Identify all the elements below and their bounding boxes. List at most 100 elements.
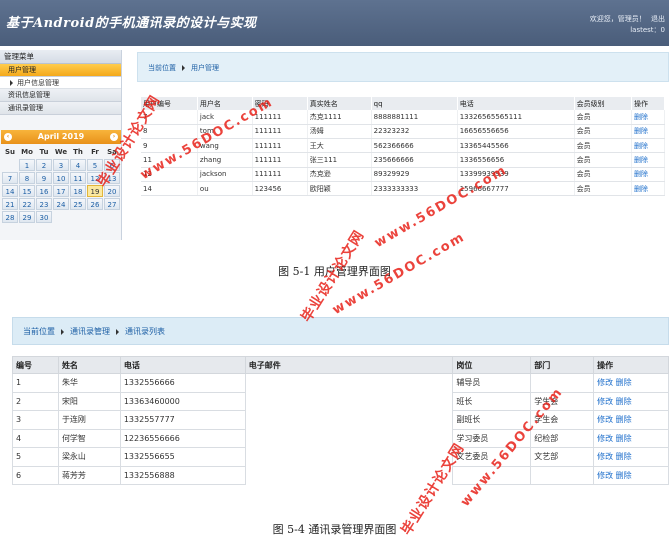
column-header[interactable]: 操作 xyxy=(631,97,666,110)
table-cell: 111111 xyxy=(252,152,308,168)
column-header[interactable]: 密码 xyxy=(252,97,308,110)
table-cell: 2 xyxy=(12,391,59,411)
table-cell: 会员 xyxy=(574,167,632,182)
table-row: 9 wang 111111 王大 562366666 13365445566 会员 删除 xyxy=(141,138,666,154)
sidebar-item-news[interactable]: 资讯信息管理 xyxy=(0,89,121,102)
edit-delete-links[interactable]: 修改 删除 xyxy=(593,447,669,467)
column-header[interactable]: 用户名 xyxy=(197,97,253,110)
edit-delete-links[interactable]: 修改 删除 xyxy=(593,428,669,448)
breadcrumb-current[interactable]: 用户管理 xyxy=(191,64,219,72)
calendar-day[interactable]: 9 xyxy=(36,172,52,184)
table-cell: 会员 xyxy=(574,124,632,140)
table-row: 14 ou 123456 欧阳颖 2333333333 15966667777 会员 删除 xyxy=(141,181,666,197)
calendar-day[interactable]: 20 xyxy=(104,185,120,197)
table-cell: 111111 xyxy=(252,167,308,182)
table-cell xyxy=(452,465,532,485)
figure-caption-1: 图 5-1 用户管理界面图 xyxy=(278,265,391,278)
breadcrumb-root[interactable]: 当前位置 xyxy=(23,327,55,336)
table-cell: 会员 xyxy=(574,181,632,197)
calendar-day[interactable]: 28 xyxy=(2,211,18,223)
calendar-day[interactable]: 27 xyxy=(104,198,120,210)
edit-delete-links[interactable]: 修改 删除 xyxy=(593,391,669,411)
table-cell: 6 xyxy=(12,465,59,485)
calendar-day[interactable]: 22 xyxy=(19,198,35,210)
calendar-day[interactable]: 15 xyxy=(19,185,35,197)
logout-link[interactable]: 退出 xyxy=(651,15,665,23)
table-cell: jackson xyxy=(197,167,253,182)
edit-delete-links[interactable]: 修改 删除 xyxy=(593,410,669,430)
calendar-day[interactable]: 2 xyxy=(36,159,52,171)
calendar-header: ‹ April 2019 › xyxy=(1,130,121,144)
calendar-day[interactable]: 23 xyxy=(36,198,52,210)
column-header[interactable]: 电话 xyxy=(457,97,575,110)
table-cell: jack xyxy=(197,110,253,125)
breadcrumb-current[interactable]: 通讯录列表 xyxy=(125,327,165,336)
table-cell: 111111 xyxy=(252,138,308,154)
calendar-day[interactable]: 13 xyxy=(104,172,120,184)
table-cell: 朱华 xyxy=(57,373,121,393)
next-month-icon[interactable]: › xyxy=(110,133,118,141)
table-cell: 8 xyxy=(141,124,198,140)
calendar-day-today[interactable]: 19 xyxy=(87,185,103,197)
column-header[interactable]: 会员级别 xyxy=(574,97,632,110)
prev-month-icon[interactable]: ‹ xyxy=(4,133,12,141)
calendar-day[interactable]: 11 xyxy=(70,172,86,184)
sidebar-subitem-user-info[interactable]: 用户信息管理 xyxy=(0,77,121,89)
table-cell: 1332556888 xyxy=(119,465,246,485)
table-cell: 9 xyxy=(141,138,198,154)
table-cell: 4 xyxy=(12,428,59,448)
calendar-day[interactable]: 8 xyxy=(19,172,35,184)
app-header: 基于Android的手机通讯录的设计与实现 欢迎您，管理员！ 退出 lastes… xyxy=(0,0,669,46)
sidebar-item-user-management[interactable]: 用户管理 xyxy=(0,64,121,77)
arrow-right-icon xyxy=(182,65,185,71)
calendar-day[interactable]: 4 xyxy=(70,159,86,171)
breadcrumb-middle[interactable]: 通讯录管理 xyxy=(70,327,110,336)
breadcrumb-root[interactable]: 当前位置 xyxy=(148,64,176,72)
calendar-day[interactable]: 5 xyxy=(87,159,103,171)
calendar-day[interactable]: 17 xyxy=(53,185,69,197)
table-row: 5 梁永山 1332556655 文艺委员 文艺部 修改 删除 xyxy=(12,447,669,467)
user-table: 用户编号 用户名 密码 真实姓名 qq 电话 会员级别 操作 7 jack 111111 杰克111… xyxy=(141,97,666,197)
column-header[interactable]: 用户编号 xyxy=(141,97,198,110)
calendar-day[interactable]: 12 xyxy=(87,172,103,184)
calendar-day[interactable]: 7 xyxy=(2,172,18,184)
calendar-day[interactable]: 24 xyxy=(53,198,69,210)
table-cell: 汤姆 xyxy=(307,124,372,140)
column-header[interactable]: 真实姓名 xyxy=(307,97,372,110)
sidebar-item-contacts[interactable]: 通讯录管理 xyxy=(0,102,121,115)
table-cell: tom xyxy=(197,124,253,140)
edit-delete-links[interactable]: 修改 删除 xyxy=(593,465,669,485)
calendar-day[interactable]: 6 xyxy=(104,159,120,171)
column-header[interactable]: qq xyxy=(371,97,458,110)
calendar-empty-cell xyxy=(2,159,18,171)
table-row: 7 jack 111111 杰克1111 8888881111 1332656556511… xyxy=(141,110,666,125)
delete-link[interactable]: 删除 xyxy=(631,124,666,140)
table-cell: 13363460000 xyxy=(119,391,246,411)
table-cell: 学习委员 xyxy=(452,428,532,448)
table-row: 12 jackson 111111 杰克逊 89329929 13399939939 会员删… xyxy=(141,167,666,182)
calendar-day[interactable]: 30 xyxy=(36,211,52,223)
calendar-day[interactable]: 1 xyxy=(19,159,35,171)
calendar-day[interactable]: 29 xyxy=(19,211,35,223)
calendar-widget: ‹ April 2019 › Su Mo Tu We Th Fr Sa 1 2 3 4 5 6 7 8 9 10… xyxy=(1,130,121,225)
table-row: 6 蒋芳芳 1332556888 修改 删除 xyxy=(12,465,669,485)
delete-link[interactable]: 删除 xyxy=(631,110,666,125)
calendar-day[interactable]: 14 xyxy=(2,185,18,197)
table-cell: 111111 xyxy=(252,124,308,140)
calendar-day[interactable]: 10 xyxy=(53,172,69,184)
edit-delete-links[interactable]: 修改 删除 xyxy=(593,373,669,393)
calendar-day[interactable]: 3 xyxy=(53,159,69,171)
table-cell: 于连刚 xyxy=(57,410,121,430)
table-cell: 张三111 xyxy=(307,152,372,168)
calendar-day[interactable]: 21 xyxy=(2,198,18,210)
delete-link[interactable]: 删除 xyxy=(631,167,666,182)
delete-link[interactable]: 删除 xyxy=(631,138,666,154)
delete-link[interactable]: 删除 xyxy=(631,181,666,197)
calendar-day[interactable]: 26 xyxy=(87,198,103,210)
calendar-day[interactable]: 16 xyxy=(36,185,52,197)
delete-link[interactable]: 删除 xyxy=(631,152,666,168)
table-cell: 13399939939 xyxy=(457,167,575,182)
calendar-day[interactable]: 25 xyxy=(70,198,86,210)
calendar-day[interactable]: 18 xyxy=(70,185,86,197)
table-cell: 王大 xyxy=(307,138,372,154)
